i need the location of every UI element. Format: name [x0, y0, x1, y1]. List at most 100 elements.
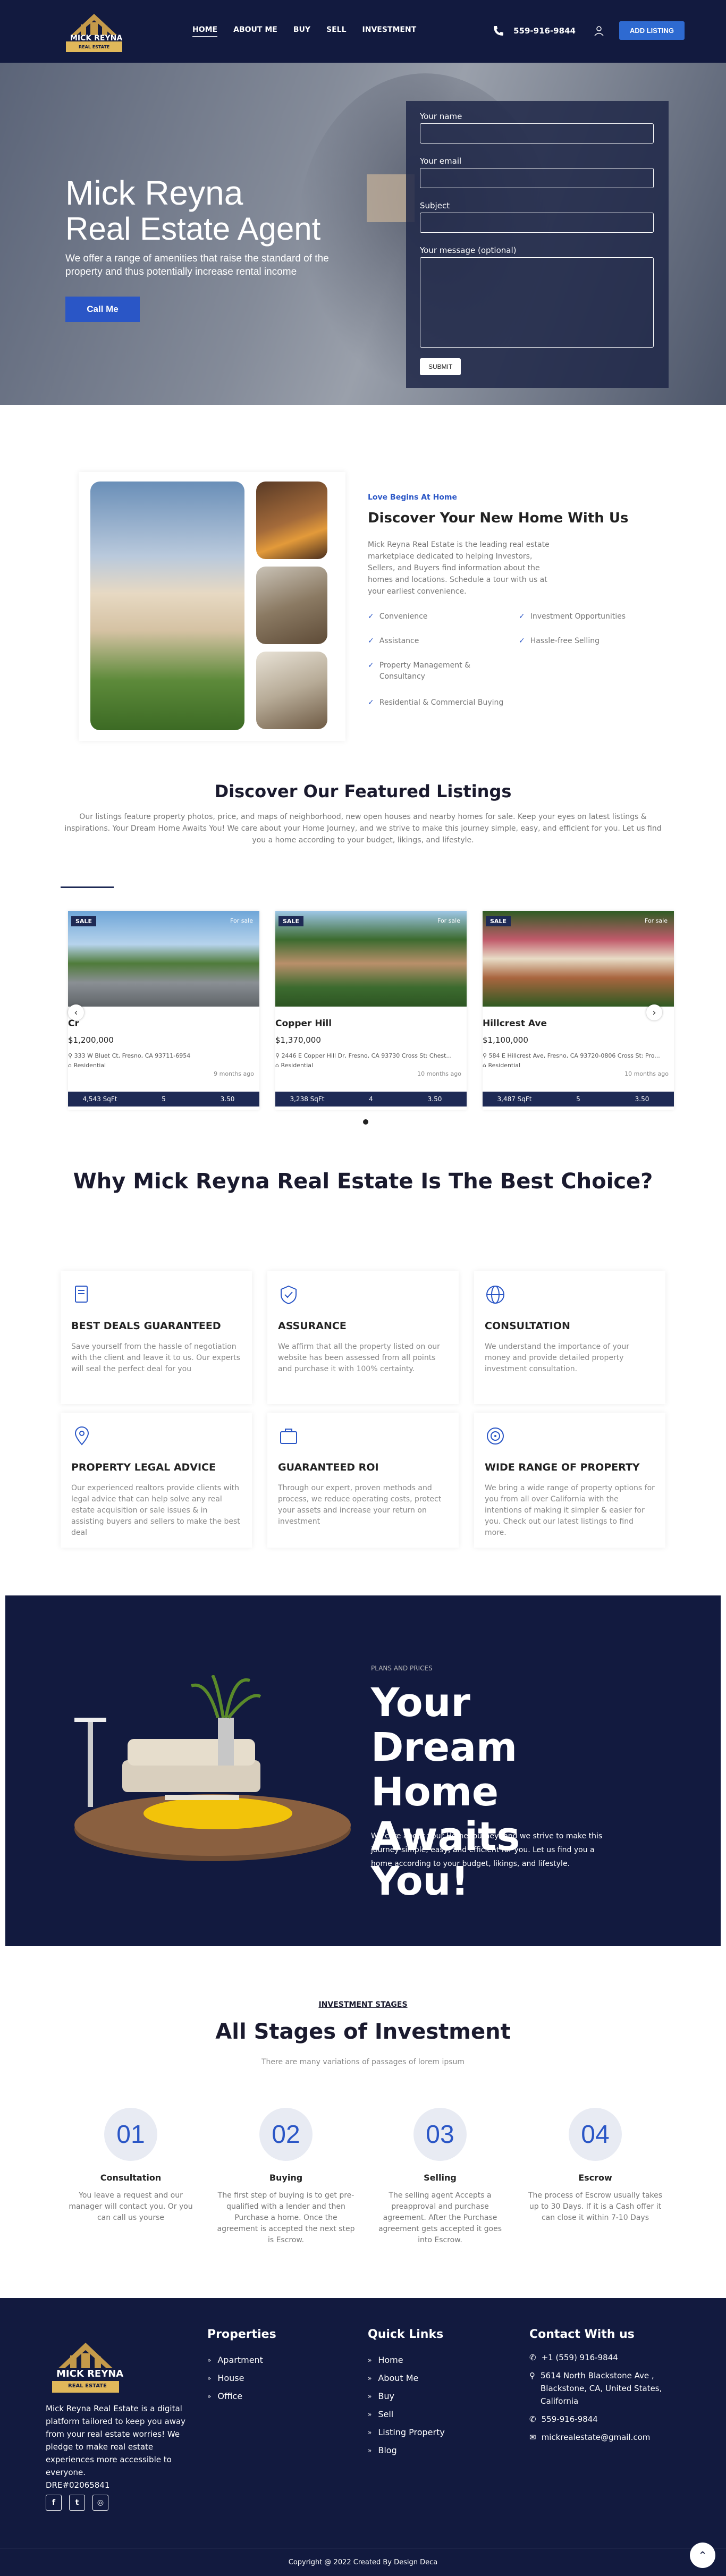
chevron-right-icon: » [368, 2393, 372, 2400]
email-field[interactable] [420, 168, 654, 188]
properties-list: » Apartment » House » Office [207, 2351, 263, 2405]
baths: 3.50 [635, 1095, 649, 1103]
why-card: GUARANTEED ROI Through our expert, prove… [267, 1413, 459, 1548]
stage-text: The first step of buying is to get pre-q… [217, 2191, 355, 2244]
sale-badge: SALE [486, 916, 511, 926]
carousel-prev-icon[interactable]: ‹ [68, 1004, 84, 1020]
subject-field[interactable] [420, 213, 654, 233]
chevron-right-icon: » [207, 2375, 212, 2382]
location-pin-icon [74, 1426, 89, 1446]
location-icon: ⚲ [529, 2371, 535, 2380]
header-actions: 559-916-9844 ADD LISTING [492, 21, 685, 40]
stage-title: Selling [424, 2173, 457, 2183]
chevron-right-icon: » [368, 2429, 372, 2436]
phone-icon: ✆ [529, 2414, 536, 2424]
check-icon: ✓ [368, 698, 374, 707]
footer-link-about[interactable]: » About Me [368, 2369, 445, 2387]
nav-home[interactable]: HOME [192, 26, 218, 37]
name-field[interactable] [420, 123, 654, 143]
for-sale-label: For sale [645, 917, 668, 924]
listing-name[interactable]: Hillcrest Ave [483, 1018, 547, 1029]
contact-heading: Contact With us [529, 2328, 635, 2341]
sqft: 4,543 SqFt [82, 1095, 117, 1103]
listing-card[interactable]: SALE For sale Cr $1,200,000 ⚲ 333 W Blue… [68, 911, 259, 1110]
chevron-right-icon: » [368, 2411, 372, 2418]
listing-age: 10 months ago [417, 1070, 461, 1077]
listing-name[interactable]: Copper Hill [275, 1018, 332, 1029]
phone-icon [494, 26, 504, 36]
for-sale-label: For sale [437, 917, 460, 924]
stage-text: You leave a request and our manager will… [69, 2191, 193, 2222]
header-phone[interactable]: 559-916-9844 [513, 26, 576, 36]
footer-link-office[interactable]: » Office [207, 2387, 263, 2405]
section-divider [61, 886, 114, 888]
why-card: PROPERTY LEGAL ADVICE Our experienced re… [61, 1413, 252, 1548]
why-card-title: WIDE RANGE OF PROPERTY [485, 1462, 640, 1473]
listing-card[interactable]: SALE For sale Copper Hill $1,370,000 ⚲ 2… [275, 911, 467, 1110]
why-card-text: Our experienced realtors provide clients… [71, 1484, 240, 1537]
nav-sell[interactable]: SELL [326, 26, 347, 37]
scroll-top-icon[interactable]: ⌃ [690, 2543, 715, 2568]
footer-link-house[interactable]: » House [207, 2369, 263, 2387]
listing-address: ⚲ 584 E Hillcrest Ave, Fresno, CA 93720-… [483, 1052, 660, 1059]
submit-button[interactable]: SUBMIT [420, 358, 461, 375]
listing-type: ⌂ Residential [68, 1062, 106, 1069]
beds: 5 [576, 1095, 580, 1103]
sale-badge: SALE [71, 916, 96, 926]
footer-link-sell[interactable]: » Sell [368, 2405, 445, 2423]
why-card-text: Save yourself from the hassle of negotia… [71, 1342, 240, 1373]
add-listing-button[interactable]: ADD LISTING [619, 21, 685, 40]
listing-stats: 3,487 SqFt 5 3.50 [483, 1092, 674, 1107]
footer-link-blog[interactable]: » Blog [368, 2442, 445, 2460]
nav-buy[interactable]: BUY [293, 26, 310, 37]
stages-tag: INVESTMENT STAGES [318, 2000, 408, 2009]
check-icon: ✓ [368, 637, 374, 645]
chevron-right-icon: » [368, 2375, 372, 2382]
living-room-image [256, 567, 327, 644]
document-icon [75, 1286, 88, 1303]
user-icon[interactable] [594, 26, 604, 36]
stage-text: The selling agent Accepts a preapproval … [378, 2191, 502, 2244]
listing-image [275, 911, 467, 1007]
main-nav: HOME ABOUT ME BUY SELL INVESTMENT [192, 26, 432, 37]
listings-description: Our listings feature property photos, pr… [64, 813, 662, 844]
beds: 5 [162, 1095, 166, 1103]
nav-investment[interactable]: INVESTMENT [362, 26, 417, 37]
properties-heading: Properties [207, 2328, 276, 2341]
footer-logo-text: MICK REYNA [56, 2368, 124, 2379]
carousel-next-icon[interactable]: › [646, 1004, 662, 1020]
feature-item: ✓ Residential & Commercial Buying [368, 697, 527, 708]
call-me-button[interactable]: Call Me [65, 297, 140, 322]
message-field[interactable] [420, 257, 654, 348]
message-label: Your message (optional) [420, 246, 517, 255]
footer-link-home[interactable]: » Home [368, 2351, 445, 2369]
nav-about-me[interactable]: ABOUT ME [233, 26, 277, 37]
footer-link-listing[interactable]: » Listing Property [368, 2423, 445, 2442]
stage-item: 02 Buying The first step of buying is to… [217, 2108, 355, 2246]
subject-label: Subject [420, 201, 450, 210]
logo[interactable]: MICK REYNA REAL ESTATE [61, 4, 128, 57]
baths: 3.50 [427, 1095, 442, 1103]
hero-title: Mick Reyna [65, 174, 243, 212]
facebook-icon[interactable]: f [46, 2495, 62, 2511]
copyright: Copyright @ 2022 Created By Design Deca [288, 2558, 438, 2566]
footer-link-buy[interactable]: » Buy [368, 2387, 445, 2405]
footer-link-apartment[interactable]: » Apartment [207, 2351, 263, 2369]
logo-icon [66, 14, 122, 52]
twitter-icon[interactable]: t [69, 2495, 85, 2511]
listing-address: ⚲ 333 W Bluet Ct, Fresno, CA 93711-6954 [68, 1052, 191, 1059]
contact-phone-2[interactable]: ✆ 559-916-9844 [529, 2413, 678, 2426]
contact-address: ⚲ 5614 North Blackstone Ave , Blackstone,… [529, 2369, 678, 2408]
stage-title: Buying [269, 2173, 303, 2183]
listing-card[interactable]: SALE For sale Hillcrest Ave $1,100,000 ⚲… [483, 911, 674, 1110]
why-card-title: PROPERTY LEGAL ADVICE [71, 1462, 216, 1473]
contact-email[interactable]: ✉ mickrealestate@gmail.com [529, 2431, 678, 2444]
instagram-icon[interactable]: ◎ [92, 2495, 108, 2511]
carousel-dot[interactable] [363, 1119, 368, 1125]
shield-check-icon [281, 1285, 297, 1305]
check-icon: ✓ [368, 661, 374, 670]
hero-description: We offer a range of amenities that raise… [65, 253, 329, 277]
contact-phone[interactable]: ✆ +1 (559) 916-9844 [529, 2351, 678, 2364]
globe-icon [486, 1286, 504, 1304]
stage-item: 04 Escrow The process of Escrow usually … [526, 2108, 664, 2224]
